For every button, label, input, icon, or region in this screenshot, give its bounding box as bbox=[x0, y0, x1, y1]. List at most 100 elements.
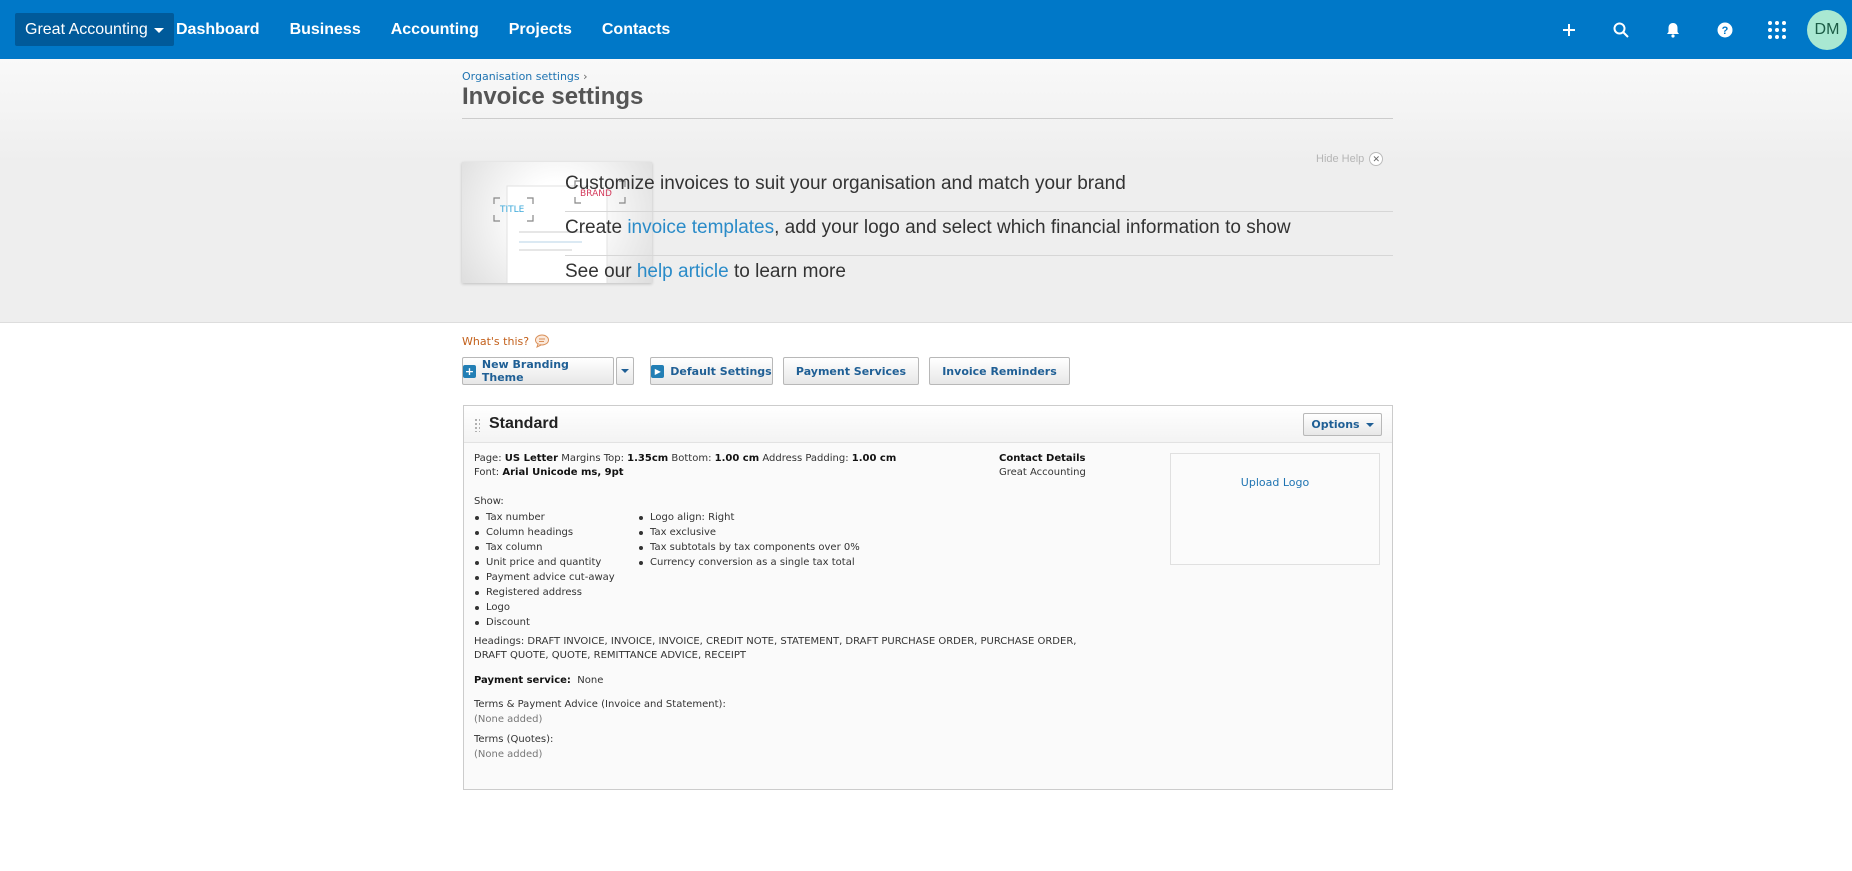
show-options-list-1: Tax number Column headings Tax column Un… bbox=[474, 510, 615, 630]
logo-upload-area: Upload Logo bbox=[1170, 453, 1380, 565]
terms-quotes-label: Terms (Quotes): bbox=[474, 734, 554, 745]
organisation-switcher[interactable]: Great Accounting bbox=[15, 13, 174, 46]
whats-this-link[interactable]: What's this? bbox=[462, 334, 550, 348]
whats-this-label: What's this? bbox=[462, 334, 530, 348]
help-line-article-pre: See our bbox=[565, 261, 637, 282]
nav-link-projects[interactable]: Projects bbox=[509, 21, 572, 39]
drag-handle-icon[interactable] bbox=[474, 418, 480, 432]
page-settings-line: Page: US Letter Margins Top: 1.35cm Bott… bbox=[474, 452, 1014, 466]
plus-icon[interactable] bbox=[1543, 0, 1595, 59]
headings-line-2: DRAFT QUOTE, QUOTE, REMITTANCE ADVICE, R… bbox=[474, 650, 747, 661]
terms-quotes-value: (None added) bbox=[474, 749, 543, 760]
nav-link-business[interactable]: Business bbox=[290, 21, 361, 39]
list-item: Unit price and quantity bbox=[474, 555, 615, 570]
apps-grid-icon[interactable] bbox=[1751, 0, 1803, 59]
help-text-lines: Customize invoices to suit your organisa… bbox=[565, 168, 1393, 300]
chevron-down-icon bbox=[1365, 422, 1374, 427]
page-label: Page: bbox=[474, 453, 502, 464]
headings-line-1: Headings: DRAFT INVOICE, INVOICE, INVOIC… bbox=[474, 636, 1077, 647]
nav-link-dashboard[interactable]: Dashboard bbox=[176, 21, 260, 39]
help-line-article-post: to learn more bbox=[728, 261, 846, 282]
play-square-icon: ▶ bbox=[651, 364, 665, 378]
list-item: Registered address bbox=[474, 585, 615, 600]
show-options-list-2: Logo align: Right Tax exclusive Tax subt… bbox=[638, 510, 860, 570]
invoice-templates-link[interactable]: invoice templates bbox=[627, 217, 774, 238]
help-line-templates-post: , add your logo and select which financi… bbox=[774, 217, 1291, 238]
chevron-down-icon bbox=[153, 28, 164, 33]
hide-help-button[interactable]: Hide Help ✕ bbox=[1316, 152, 1384, 166]
list-item: Tax exclusive bbox=[638, 525, 860, 540]
illustration-title-label: TITLE bbox=[499, 205, 525, 215]
options-button[interactable]: Options bbox=[1303, 413, 1382, 436]
help-article-link[interactable]: help article bbox=[637, 261, 729, 282]
list-item: Tax subtotals by tax components over 0% bbox=[638, 540, 860, 555]
contact-details-name: Great Accounting bbox=[999, 467, 1086, 478]
branding-theme-header: Standard Options bbox=[464, 406, 1392, 443]
help-line-templates-pre: Create bbox=[565, 217, 628, 238]
bottom-margin-label: Bottom: bbox=[671, 453, 712, 464]
close-icon: ✕ bbox=[1369, 152, 1384, 166]
nav-link-accounting[interactable]: Accounting bbox=[391, 21, 479, 39]
nav-utility-icons: ? DM bbox=[1543, 0, 1852, 59]
list-item: Discount bbox=[474, 615, 615, 630]
branding-theme-name: Standard bbox=[489, 415, 559, 432]
top-navigation-bar: Great Accounting Dashboard Business Acco… bbox=[0, 0, 1852, 59]
list-item: Column headings bbox=[474, 525, 615, 540]
payment-services-button[interactable]: Payment Services bbox=[783, 357, 919, 385]
breadcrumb-link-organisation-settings[interactable]: Organisation settings bbox=[462, 70, 580, 83]
branding-theme-panel: Standard Options Page: US Letter Margins… bbox=[463, 405, 1393, 790]
margins-top-label: Margins Top: bbox=[561, 453, 624, 464]
default-settings-label: Default Settings bbox=[670, 364, 772, 378]
page-title: Invoice settings bbox=[462, 83, 644, 110]
list-item: Logo bbox=[474, 600, 615, 615]
terms-invoice-label: Terms & Payment Advice (Invoice and Stat… bbox=[474, 699, 726, 710]
font-value: Arial Unicode ms, 9pt bbox=[502, 467, 624, 478]
default-settings-button[interactable]: ▶ Default Settings bbox=[650, 357, 773, 385]
terms-invoice-value: (None added) bbox=[474, 714, 543, 725]
theme-settings-summary: Page: US Letter Margins Top: 1.35cm Bott… bbox=[474, 452, 1076, 782]
list-item: Tax column bbox=[474, 540, 615, 555]
list-item: Payment advice cut-away bbox=[474, 570, 615, 585]
payment-service-value: None bbox=[577, 675, 604, 686]
address-padding-value: 1.00 cm bbox=[851, 453, 897, 464]
font-label: Font: bbox=[474, 467, 500, 478]
new-branding-theme-dropdown[interactable] bbox=[616, 357, 634, 385]
breadcrumb: Organisation settings › bbox=[462, 70, 588, 83]
help-line-templates: Create invoice templates, add your logo … bbox=[565, 212, 1393, 256]
bottom-margin-value: 1.00 cm bbox=[714, 453, 760, 464]
help-line-customize: Customize invoices to suit your organisa… bbox=[565, 168, 1393, 212]
breadcrumb-separator: › bbox=[583, 70, 588, 83]
invoice-reminders-button[interactable]: Invoice Reminders bbox=[929, 357, 1070, 385]
page-value: US Letter bbox=[504, 453, 558, 464]
bell-icon[interactable] bbox=[1647, 0, 1699, 59]
contact-details-title: Contact Details bbox=[999, 453, 1086, 464]
address-padding-label: Address Padding: bbox=[762, 453, 849, 464]
hide-help-label: Hide Help bbox=[1316, 153, 1365, 165]
payment-service-line: Payment service: None bbox=[474, 674, 603, 688]
list-item: Logo align: Right bbox=[638, 510, 860, 525]
help-line-customize-text: Customize invoices to suit your organisa… bbox=[565, 173, 1126, 194]
nav-link-contacts[interactable]: Contacts bbox=[602, 21, 670, 39]
margins-top-value: 1.35cm bbox=[627, 453, 669, 464]
help-icon[interactable]: ? bbox=[1699, 0, 1751, 59]
upload-logo-link[interactable]: Upload Logo bbox=[1171, 476, 1379, 489]
payment-service-label: Payment service: bbox=[474, 675, 571, 686]
font-settings-line: Font: Arial Unicode ms, 9pt bbox=[474, 466, 1014, 480]
help-line-article: See our help article to learn more bbox=[565, 256, 1393, 300]
chevron-down-icon bbox=[621, 369, 629, 373]
speech-bubble-icon bbox=[535, 334, 550, 348]
options-label: Options bbox=[1311, 418, 1360, 431]
payment-services-label: Payment Services bbox=[795, 364, 907, 378]
search-icon[interactable] bbox=[1595, 0, 1647, 59]
list-item: Tax number bbox=[474, 510, 615, 525]
organisation-name: Great Accounting bbox=[25, 20, 148, 38]
new-branding-theme-button[interactable]: + New Branding Theme bbox=[462, 357, 614, 385]
title-divider bbox=[462, 118, 1393, 119]
new-branding-theme-label: New Branding Theme bbox=[481, 358, 569, 384]
user-avatar[interactable]: DM bbox=[1807, 9, 1847, 50]
svg-text:?: ? bbox=[1722, 25, 1729, 37]
list-item: Currency conversion as a single tax tota… bbox=[638, 555, 860, 570]
plus-square-icon: + bbox=[463, 364, 476, 378]
main-nav-links: Dashboard Business Accounting Projects C… bbox=[176, 0, 700, 59]
invoice-reminders-label: Invoice Reminders bbox=[942, 364, 1057, 378]
